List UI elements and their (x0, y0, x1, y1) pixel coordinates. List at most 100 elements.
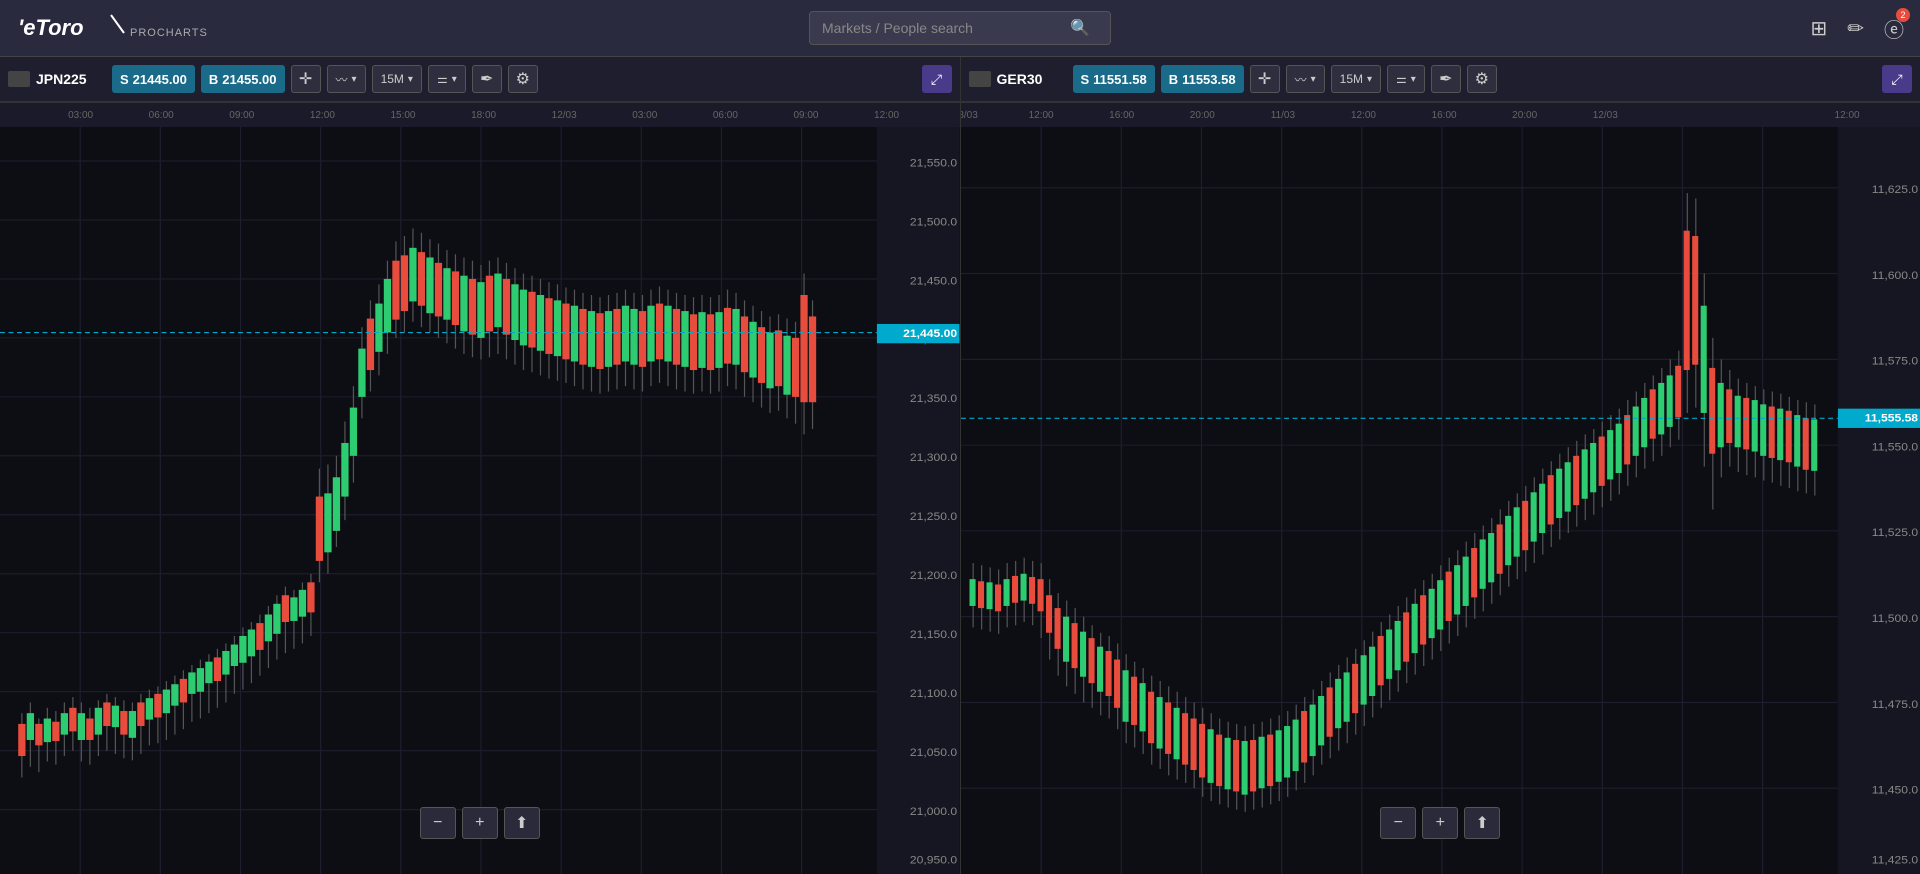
svg-text:21,445.00: 21,445.00 (903, 328, 957, 339)
topnav: 'eToro PROCHARTS 🔍 ⊞ ✏ ⓔ 2 (0, 0, 1920, 57)
svg-text:21,050.0: 21,050.0 (910, 748, 957, 759)
zoom-out-button[interactable]: − (420, 807, 456, 839)
zoom-in-button[interactable]: + (1422, 807, 1458, 839)
chart-panel-jpn225: JPN225 S 21445.00 B 21455.00 ✛ 〰 ▾ 15M ▾… (0, 57, 961, 874)
draw-button[interactable]: ✒ (1431, 65, 1461, 93)
chevron-down-icon: ▾ (1311, 74, 1316, 85)
svg-text:20,950.0: 20,950.0 (910, 855, 957, 866)
svg-text:11,425.0: 11,425.0 (1871, 855, 1917, 866)
indicators-icon: ⚌ (1396, 72, 1407, 86)
share-button[interactable]: ⬆ (504, 807, 540, 839)
time-label: 09:00 (793, 110, 818, 121)
chevron-down-icon: ▾ (452, 74, 457, 85)
svg-text:21,150.0: 21,150.0 (910, 630, 957, 641)
chart-mini-icon (969, 71, 991, 87)
buy-button[interactable]: B 21455.00 (201, 65, 285, 93)
svg-text:11,625.0: 11,625.0 (1871, 185, 1917, 196)
chart-type-icon: 〰 (1295, 71, 1307, 88)
chart-panel-ger30: GER30 S 11551.58 B 11553.58 ✛ 〰 ▾ 15M ▾ … (961, 57, 1920, 874)
settings-button[interactable]: ⚙ (1467, 65, 1497, 93)
time-label: 12:00 (874, 110, 899, 121)
expand-button[interactable]: ⤢ (1882, 65, 1912, 93)
timeframe-button[interactable]: 15M ▾ (372, 65, 422, 93)
chevron-down-icon: ▾ (408, 74, 413, 85)
time-label: 12:00 (310, 110, 335, 121)
time-label: 16:00 (1432, 110, 1457, 121)
chart-area-ger30[interactable]: 11,625.0 11,600.0 11,575.0 11,550.0 11,5… (961, 102, 1920, 874)
buy-price: 11553.58 (1182, 72, 1236, 87)
timeframe-label: 15M (1340, 72, 1363, 86)
indicators-button[interactable]: ⚌ ▾ (1387, 65, 1425, 93)
time-label: 12/03 (552, 110, 577, 121)
logo-area: 'eToro PROCHARTS (16, 5, 208, 52)
expand-button[interactable]: ⤢ (922, 65, 952, 93)
chart-svg-jpn225: 21,550.0 21,500.0 21,450.0 21,400.0 21,3… (0, 102, 960, 874)
svg-text:11,575.0: 11,575.0 (1871, 356, 1917, 367)
time-axis-ger30: 08/03 12:00 16:00 20:00 11/03 12:00 16:0… (961, 102, 1920, 127)
chart-type-button[interactable]: 〰 ▾ (327, 65, 366, 93)
procharts-label: PROCHARTS (130, 27, 208, 39)
buy-label: B (209, 72, 218, 87)
chart-bottom-controls-jpn225: − + ⬆ (420, 807, 540, 839)
share-button[interactable]: ⬆ (1464, 807, 1500, 839)
chevron-down-icon: ▾ (1367, 74, 1372, 85)
indicators-icon: ⚌ (437, 72, 448, 86)
notification-area[interactable]: ⓔ 2 (1884, 14, 1904, 43)
time-label: 15:00 (390, 110, 415, 121)
add-instrument-button[interactable]: ✛ (291, 65, 321, 93)
time-label: 12:00 (1351, 110, 1376, 121)
sell-price: 11551.58 (1093, 72, 1147, 87)
time-label: 08/03 (961, 110, 978, 121)
symbol-label: JPN225 (36, 71, 106, 87)
search-bar: 🔍 (809, 11, 1111, 45)
time-label: 09:00 (229, 110, 254, 121)
time-label: 11/03 (1271, 110, 1295, 121)
zoom-out-button[interactable]: − (1380, 807, 1416, 839)
add-instrument-button[interactable]: ✛ (1250, 65, 1280, 93)
sell-button[interactable]: S 21445.00 (112, 65, 195, 93)
notification-badge: 2 (1896, 8, 1910, 22)
buy-label: B (1169, 72, 1178, 87)
svg-text:21,450.0: 21,450.0 (910, 276, 957, 287)
timeframe-label: 15M (381, 72, 404, 86)
settings-button[interactable]: ⚙ (508, 65, 538, 93)
svg-text:11,525.0: 11,525.0 (1871, 528, 1917, 539)
grid-icon[interactable]: ⊞ (1810, 16, 1827, 41)
time-label: 12:00 (1029, 110, 1054, 121)
zoom-in-button[interactable]: + (462, 807, 498, 839)
svg-text:11,500.0: 11,500.0 (1871, 614, 1917, 625)
svg-text:21,300.0: 21,300.0 (910, 453, 957, 464)
svg-text:11,600.0: 11,600.0 (1871, 270, 1917, 281)
time-label: 20:00 (1512, 110, 1537, 121)
nav-right: ⊞ ✏ ⓔ 2 (1810, 14, 1904, 43)
time-label: 12/03 (1593, 110, 1618, 121)
chart-area-jpn225[interactable]: 21,550.0 21,500.0 21,450.0 21,400.0 21,3… (0, 102, 960, 874)
search-input[interactable] (822, 20, 1062, 36)
sell-button[interactable]: S 11551.58 (1073, 65, 1155, 93)
chart-svg-ger30: 11,625.0 11,600.0 11,575.0 11,550.0 11,5… (961, 102, 1920, 874)
chart-type-icon: 〰 (336, 71, 348, 88)
buy-button[interactable]: B 11553.58 (1161, 65, 1244, 93)
sell-price: 21445.00 (133, 72, 187, 87)
svg-text:21,500.0: 21,500.0 (910, 217, 957, 228)
time-label: 20:00 (1190, 110, 1215, 121)
time-label: 12:00 (1835, 110, 1860, 121)
chart-toolbar-jpn225: JPN225 S 21445.00 B 21455.00 ✛ 〰 ▾ 15M ▾… (0, 57, 960, 102)
time-label: 18:00 (471, 110, 496, 121)
svg-text:21,000.0: 21,000.0 (910, 807, 957, 818)
indicators-button[interactable]: ⚌ ▾ (428, 65, 466, 93)
timeframe-button[interactable]: 15M ▾ (1331, 65, 1381, 93)
svg-text:'eToro: 'eToro (18, 15, 84, 40)
draw-button[interactable]: ✒ (472, 65, 502, 93)
chart-toolbar-ger30: GER30 S 11551.58 B 11553.58 ✛ 〰 ▾ 15M ▾ … (961, 57, 1920, 102)
svg-text:11,550.0: 11,550.0 (1871, 442, 1917, 453)
svg-text:11,450.0: 11,450.0 (1871, 785, 1917, 796)
chevron-down-icon: ▾ (352, 74, 357, 85)
svg-text:21,250.0: 21,250.0 (910, 512, 957, 523)
pen-icon[interactable]: ✏ (1847, 16, 1864, 41)
chart-type-button[interactable]: 〰 ▾ (1286, 65, 1325, 93)
svg-text:11,555.58: 11,555.58 (1864, 413, 1918, 424)
svg-text:21,350.0: 21,350.0 (910, 394, 957, 405)
chart-mini-icon (8, 71, 30, 87)
svg-text:11,475.0: 11,475.0 (1871, 699, 1917, 710)
